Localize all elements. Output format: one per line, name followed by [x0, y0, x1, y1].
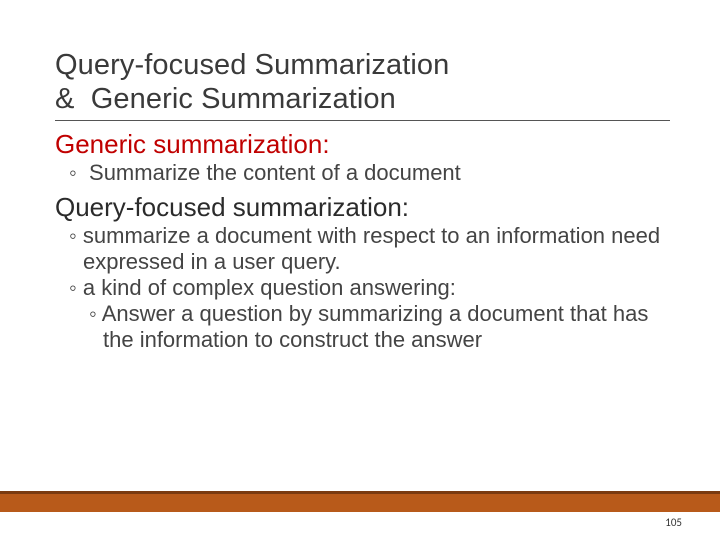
bullet-query-1: ◦ summarize a document with respect to a…	[55, 223, 670, 275]
slide-title: Query-focused Summarization & Generic Su…	[55, 48, 670, 121]
slide-content: Query-focused Summarization & Generic Su…	[0, 0, 720, 353]
bullet-query-2: ◦ a kind of complex question answering:	[55, 275, 670, 301]
footer-accent-bar	[0, 491, 720, 512]
page-number: 105	[665, 516, 682, 529]
title-line-2: & Generic Summarization	[55, 83, 396, 115]
section-heading-generic: Generic summarization:	[55, 129, 670, 160]
title-line-1: Query-focused Summarization	[55, 49, 449, 81]
bullet-generic-1: ◦ Summarize the content of a document	[55, 160, 670, 186]
bullet-query-sub-1: ◦ Answer a question by summarizing a doc…	[55, 301, 670, 353]
section-heading-query: Query-focused summarization:	[55, 192, 670, 223]
